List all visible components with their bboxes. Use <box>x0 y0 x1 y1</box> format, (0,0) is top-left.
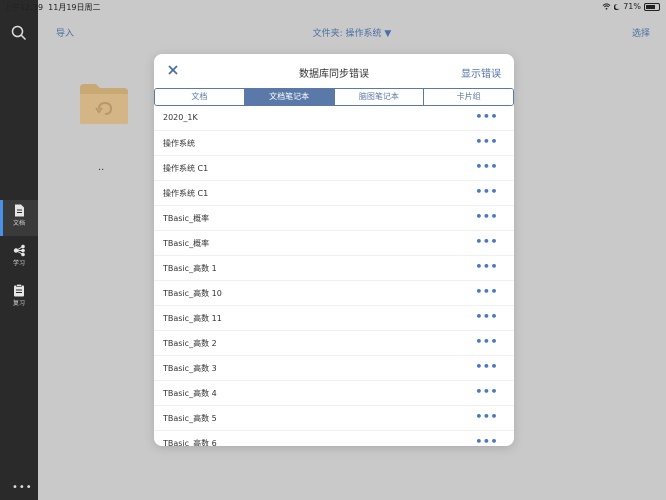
more-options-icon[interactable]: ••• <box>475 135 498 148</box>
more-options-icon[interactable]: ••• <box>475 435 498 446</box>
status-time: 上午12:39 <box>4 3 44 12</box>
show-errors-button[interactable]: 显示错误 <box>461 65 501 80</box>
list-item-label: TBasic_高数 3 <box>163 364 217 373</box>
segmented-tabs: 文档 文档笔记本 脑图笔记本 卡片组 <box>154 88 514 106</box>
list-item-label: 操作系统 C1 <box>163 189 209 198</box>
sync-error-dialog: 数据库同步错误 显示错误 文档 文档笔记本 脑图笔记本 卡片组 2020_1K •… <box>154 54 514 446</box>
list-item-label: TBasic_高数 2 <box>163 339 217 348</box>
status-right: 71% <box>602 2 660 11</box>
wifi-icon <box>602 3 611 10</box>
list-item-label: TBasic_高数 4 <box>163 389 217 398</box>
battery-icon <box>644 2 660 11</box>
list-item-label: TBasic_高数 5 <box>163 414 217 423</box>
tab-card-decks[interactable]: 卡片组 <box>424 89 513 105</box>
more-options-icon[interactable]: ••• <box>475 410 498 423</box>
list-item-label: TBasic_高数 11 <box>163 314 222 323</box>
list-item[interactable]: TBasic_高数 10 ••• <box>154 281 514 306</box>
list-item[interactable]: TBasic_高数 2 ••• <box>154 331 514 356</box>
list-item-label: TBasic_高数 1 <box>163 264 217 273</box>
status-time-date: 上午12:39 11月19日周二 <box>4 2 101 13</box>
more-options-icon[interactable]: ••• <box>475 260 498 273</box>
more-options-icon[interactable]: ••• <box>475 310 498 323</box>
list-item[interactable]: 操作系统 ••• <box>154 131 514 156</box>
more-options-icon[interactable]: ••• <box>475 210 498 223</box>
list-item[interactable]: TBasic_高数 5 ••• <box>154 406 514 431</box>
list-item-label: TBasic_高数 6 <box>163 439 217 446</box>
dialog-title: 数据库同步错误 <box>299 69 369 80</box>
list-item[interactable]: TBasic_高数 6 ••• <box>154 431 514 446</box>
list-item[interactable]: 操作系统 C1 ••• <box>154 181 514 206</box>
list-item[interactable]: 2020_1K ••• <box>154 106 514 131</box>
more-options-icon[interactable]: ••• <box>475 285 498 298</box>
more-options-icon[interactable]: ••• <box>475 360 498 373</box>
list-item-label: TBasic_概率 <box>163 239 210 248</box>
tab-document-notebooks[interactable]: 文档笔记本 <box>244 89 335 105</box>
tab-documents[interactable]: 文档 <box>155 89 245 105</box>
status-bar: 上午12:39 11月19日周二 71% <box>0 0 666 12</box>
list-item[interactable]: TBasic_高数 3 ••• <box>154 356 514 381</box>
list-item[interactable]: TBasic_概率 ••• <box>154 231 514 256</box>
tab-mindmap-notebooks[interactable]: 脑图笔记本 <box>334 89 425 105</box>
more-options-icon[interactable]: ••• <box>475 335 498 348</box>
list-item[interactable]: TBasic_高数 11 ••• <box>154 306 514 331</box>
list-item-label: 操作系统 <box>163 139 195 148</box>
list-item-label: 操作系统 C1 <box>163 164 209 173</box>
list-item-label: TBasic_概率 <box>163 214 210 223</box>
list-item[interactable]: 操作系统 C1 ••• <box>154 156 514 181</box>
list-item-label: TBasic_高数 10 <box>163 289 222 298</box>
error-list: 2020_1K ••• 操作系统 ••• 操作系统 C1 ••• 操作系统 C1 ••• TBa… <box>154 106 514 446</box>
list-item[interactable]: TBasic_高数 1 ••• <box>154 256 514 281</box>
status-date: 11月19日周二 <box>48 3 101 12</box>
more-options-icon[interactable]: ••• <box>475 235 498 248</box>
list-item[interactable]: TBasic_概率 ••• <box>154 206 514 231</box>
moon-icon <box>614 3 620 10</box>
list-item[interactable]: TBasic_高数 4 ••• <box>154 381 514 406</box>
more-options-icon[interactable]: ••• <box>475 110 498 123</box>
battery-percent: 71% <box>623 2 641 11</box>
more-options-icon[interactable]: ••• <box>475 160 498 173</box>
more-options-icon[interactable]: ••• <box>475 385 498 398</box>
list-item-label: 2020_1K <box>163 113 198 122</box>
dialog-header: 数据库同步错误 显示错误 <box>154 54 514 88</box>
more-options-icon[interactable]: ••• <box>475 185 498 198</box>
